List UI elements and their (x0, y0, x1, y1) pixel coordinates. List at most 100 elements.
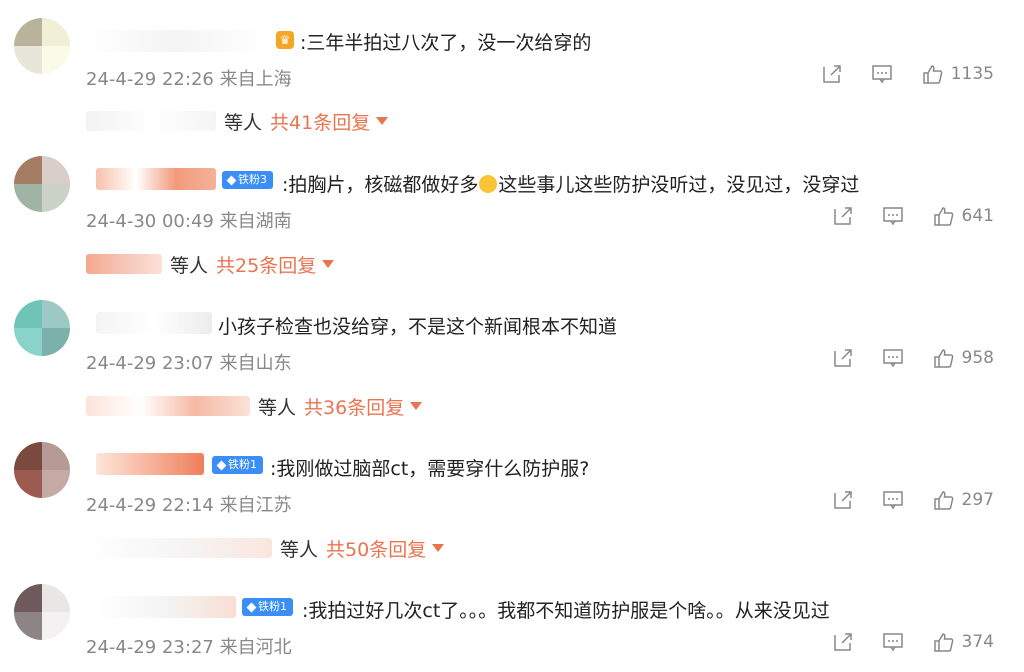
reply-users (86, 254, 162, 274)
comment-actions: 297 (832, 489, 994, 511)
reply-users (86, 538, 272, 558)
timestamp: 24-4-29 22:26 (86, 69, 214, 90)
comment-meta: 24-4-29 23:07 来自山东 (86, 349, 292, 375)
username[interactable] (96, 453, 204, 475)
comment-meta: 24-4-29 23:27 来自河北 (86, 633, 292, 659)
reply-summary[interactable]: 等人 共50条回复 (86, 535, 445, 562)
diamond-icon (216, 460, 227, 470)
share-button[interactable] (832, 347, 854, 369)
share-button[interactable] (832, 489, 854, 511)
reply-etc: 等人 (224, 111, 263, 134)
reply-users (86, 111, 216, 131)
comment-button[interactable] (882, 631, 904, 653)
reply-count-link[interactable]: 共25条回复 (216, 251, 335, 278)
username[interactable] (96, 168, 216, 190)
thumbs-up-icon (933, 349, 953, 368)
reply-count-link[interactable]: 共41条回复 (270, 108, 389, 135)
comment-text: :拍胸片，核磁都做好多 这些事儿这些防护没听过，没见过，没穿过 (282, 170, 859, 197)
avatar[interactable] (14, 442, 70, 498)
like-button[interactable]: 641 (932, 205, 994, 227)
fan-badge: 铁粉1 (242, 598, 293, 616)
reply-count: 共36条回复 (304, 396, 405, 419)
fan-badge: 铁粉1 (212, 456, 263, 474)
share-button[interactable] (821, 63, 843, 85)
comment-button[interactable] (882, 489, 904, 511)
timestamp: 24-4-29 23:27 (86, 637, 214, 658)
like-button[interactable]: 374 (932, 631, 994, 653)
comment-actions: 374 (832, 631, 994, 653)
reply-count: 共41条回复 (270, 111, 371, 134)
share-icon (822, 65, 841, 83)
like-count: 641 (961, 206, 994, 226)
chevron-down-icon (322, 260, 335, 268)
username[interactable] (96, 312, 212, 334)
share-icon (833, 491, 852, 509)
diamond-icon (226, 175, 237, 185)
comment-icon (882, 349, 903, 368)
badge-label: 铁粉3 (238, 173, 267, 186)
comment-actions: 1135 (821, 63, 994, 85)
badge-label: 铁粉1 (258, 600, 287, 613)
reply-summary[interactable]: 等人 共36条回复 (86, 393, 423, 420)
like-button[interactable]: 958 (932, 347, 994, 369)
share-icon (833, 349, 852, 367)
comment-meta: 24-4-29 22:26 来自上海 (86, 65, 292, 91)
chevron-down-icon (410, 402, 423, 410)
thumbs-up-icon (933, 491, 953, 510)
like-count: 958 (961, 348, 994, 368)
avatar[interactable] (14, 584, 70, 640)
avatar[interactable] (14, 300, 70, 356)
reply-etc: 等人 (258, 396, 297, 419)
comment-actions: 958 (832, 347, 994, 369)
diamond-icon (246, 602, 257, 612)
comment-actions: 641 (832, 205, 994, 227)
timestamp: 24-4-29 23:07 (86, 353, 214, 374)
chevron-down-icon (376, 117, 389, 125)
share-button[interactable] (832, 631, 854, 653)
reply-summary[interactable]: 等人 共25条回复 (86, 251, 335, 278)
share-icon (833, 207, 852, 225)
avatar[interactable] (14, 18, 70, 74)
like-button[interactable]: 1135 (921, 63, 994, 85)
username[interactable] (96, 596, 236, 618)
like-count: 297 (961, 490, 994, 510)
comment-text-part: 这些事儿这些防护没听过，没见过，没穿过 (498, 174, 860, 196)
badge-label: 铁粉1 (228, 458, 257, 471)
thumbs-up-icon (933, 207, 953, 226)
share-button[interactable] (832, 205, 854, 227)
comment-button[interactable] (882, 347, 904, 369)
comment-text: :我拍过好几次ct了。。。我都不知道防护服是个啥。。从来没见过 (302, 600, 830, 622)
comment-button[interactable] (882, 205, 904, 227)
timestamp: 24-4-30 00:49 (86, 211, 214, 232)
comment-text-part: :拍胸片，核磁都做好多 (282, 174, 479, 196)
reply-count: 共50条回复 (326, 538, 427, 561)
fan-badge: 铁粉3 (222, 171, 273, 189)
reply-count-link[interactable]: 共50条回复 (326, 535, 445, 562)
thumbs-up-icon (922, 65, 943, 84)
comment-text: :我刚做过脑部ct，需要穿什么防护服? (270, 458, 590, 480)
comment-icon (882, 207, 903, 226)
location: 来自湖南 (219, 211, 292, 232)
comment-text: 小孩子检查也没给穿，不是这个新闻根本不知道 (218, 316, 618, 338)
comment-button[interactable] (871, 63, 893, 85)
location: 来自河北 (219, 637, 292, 658)
comment-icon (882, 633, 903, 652)
like-count: 1135 (950, 64, 994, 84)
location: 来自江苏 (219, 495, 292, 516)
reply-etc: 等人 (170, 254, 209, 277)
reply-users (86, 396, 250, 416)
comment-icon (871, 65, 892, 84)
username[interactable] (86, 30, 266, 52)
reply-summary[interactable]: 等人 共41条回复 (86, 108, 389, 135)
emoji-icon (479, 175, 498, 193)
timestamp: 24-4-29 22:14 (86, 495, 214, 516)
reply-count-link[interactable]: 共36条回复 (304, 393, 423, 420)
avatar[interactable] (14, 156, 70, 212)
location: 来自山东 (219, 353, 292, 374)
comment-text: :三年半拍过八次了，没一次给穿的 (300, 32, 592, 54)
comment-meta: 24-4-29 22:14 来自江苏 (86, 491, 292, 517)
like-button[interactable]: 297 (932, 489, 994, 511)
reply-count: 共25条回复 (216, 254, 317, 277)
thumbs-up-icon (933, 633, 953, 652)
chevron-down-icon (432, 544, 445, 552)
